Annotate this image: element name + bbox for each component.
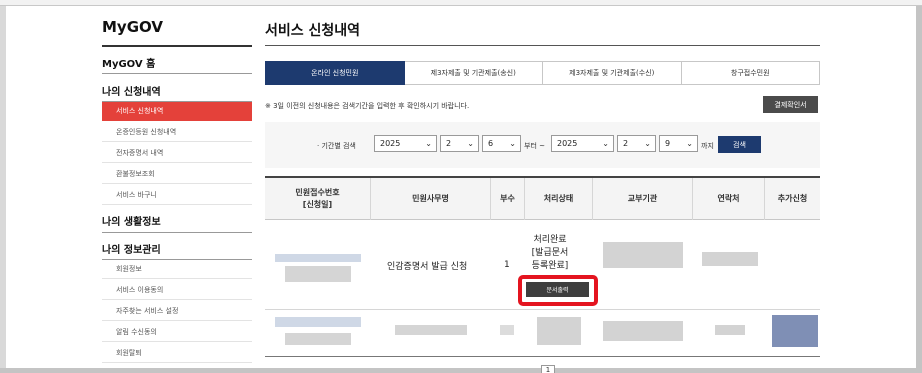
from-year-select[interactable]: 2025 ⌄: [374, 135, 437, 152]
redacted-receipt-number: [275, 254, 361, 262]
table-row: [265, 311, 820, 357]
chevron-down-icon: ⌄: [686, 139, 693, 148]
search-button[interactable]: 검색: [718, 136, 761, 153]
sidebar-section-life-info[interactable]: 나의 생활정보: [102, 213, 161, 228]
pagination-current-page[interactable]: 1: [541, 365, 555, 373]
bottom-bar: [0, 368, 922, 373]
to-month-value: 2: [623, 139, 629, 148]
column-header-status: 처리상태: [525, 178, 593, 220]
print-document-button[interactable]: 문서출력: [526, 282, 589, 297]
to-year-select[interactable]: 2025 ⌄: [551, 135, 614, 152]
to-month-select[interactable]: 2 ⌄: [617, 135, 656, 152]
column-header-receipt-number: 민원접수번호 [신청일]: [265, 178, 371, 220]
divider: [102, 73, 252, 74]
redacted-issuing-agency: [603, 321, 683, 341]
redacted-additional: [772, 315, 818, 347]
period-filter: · 기간별 검색 2025 ⌄ 2 ⌄ 6 ⌄ 부터 ~ 2025 ⌄ 2 ⌄: [265, 122, 820, 168]
sidebar-item-service-consent[interactable]: 서비스 이용동의: [102, 281, 252, 300]
from-suffix: 부터 ~: [524, 142, 545, 150]
sidebar-item-service-applications[interactable]: 서비스 신청내역: [102, 102, 252, 121]
sidebar-item-refund-info[interactable]: 환불정보조회: [102, 165, 252, 184]
divider: [102, 45, 252, 47]
from-day-value: 6: [488, 139, 494, 148]
sidebar-section-applications[interactable]: 나의 신청내역: [102, 83, 161, 98]
sidebar-section-my-info[interactable]: 나의 정보관리: [102, 241, 161, 256]
redacted-receipt-date: [285, 333, 351, 345]
column-header-copies: 부수: [491, 178, 525, 220]
tab-third-party-received[interactable]: 제3자제출 및 기관제출(수신): [543, 61, 682, 85]
scrollbar[interactable]: [916, 6, 922, 373]
tab-bar: 온라인 신청민원 제3자제출 및 기관제출(송신) 제3자제출 및 기관제출(수…: [265, 61, 820, 85]
divider: [102, 232, 252, 233]
chevron-down-icon: ⌄: [509, 139, 516, 148]
notice-text: ※ 3일 이전의 신청내용은 검색기간을 입력한 후 확인하시기 바랍니다.: [265, 102, 470, 110]
sidebar-item-notification-consent[interactable]: 알림 수신동의: [102, 323, 252, 342]
page-content: MyGOV MyGOV 홈 나의 신청내역 서비스 신청내역 온증인등원 신청내…: [6, 6, 916, 373]
to-year-value: 2025: [557, 139, 578, 148]
to-day-select[interactable]: 9 ⌄: [659, 135, 698, 152]
status-text: 처리완료 [발급문서 등록완료]: [531, 235, 569, 270]
redacted-copies: [500, 325, 514, 335]
to-suffix: 까지: [701, 142, 714, 150]
chevron-down-icon: ⌄: [644, 139, 651, 148]
payment-confirmation-button[interactable]: 결제확인서: [763, 96, 818, 113]
chevron-down-icon: ⌄: [602, 139, 609, 148]
divider: [265, 45, 820, 46]
page-title: 서비스 신청내역: [265, 23, 361, 39]
chevron-down-icon: ⌄: [467, 139, 474, 148]
from-day-select[interactable]: 6 ⌄: [482, 135, 521, 152]
to-day-value: 9: [665, 139, 671, 148]
copies-value: 1: [504, 260, 510, 270]
sidebar-item-home[interactable]: MyGOV 홈: [102, 55, 155, 70]
sidebar-item-e-certificates[interactable]: 전자증명서 내역: [102, 144, 252, 163]
sidebar-item-certificate-applications[interactable]: 온증인등원 신청내역: [102, 123, 252, 142]
redacted-receipt-number: [275, 317, 361, 327]
brand-title[interactable]: MyGOV: [102, 18, 163, 36]
sidebar-item-withdraw[interactable]: 회원탈퇴: [102, 344, 252, 363]
from-year-value: 2025: [380, 139, 401, 148]
column-header-service-name: 민원사무명: [371, 178, 491, 220]
table-header: 민원접수번호 [신청일] 민원사무명 부수 처리상태 교부기관 연락처 추가신청: [265, 176, 820, 220]
period-filter-label: · 기간별 검색: [317, 142, 356, 150]
sidebar-item-member-info[interactable]: 회원정보: [102, 260, 252, 279]
redacted-status: [537, 317, 581, 345]
column-header-additional: 추가신청: [777, 194, 808, 203]
redacted-service-name: [395, 325, 467, 335]
sidebar-item-favorite-services[interactable]: 자주찾는 서비스 설정: [102, 302, 252, 321]
service-name[interactable]: 인감증명서 발급 신청: [387, 259, 467, 272]
redacted-issuing-agency: [603, 242, 683, 268]
tab-third-party-sent[interactable]: 제3자제출 및 기관제출(송신): [404, 61, 543, 85]
column-header-contact: 연락처: [693, 178, 765, 220]
redacted-receipt-date: [285, 266, 351, 282]
redacted-contact: [715, 325, 745, 335]
chevron-down-icon: ⌄: [425, 139, 432, 148]
from-month-select[interactable]: 2 ⌄: [440, 135, 479, 152]
tab-online-applications[interactable]: 온라인 신청민원: [265, 61, 405, 85]
tab-counter-applications[interactable]: 창구접수민원: [681, 61, 820, 85]
sidebar-item-service-basket[interactable]: 서비스 바구니: [102, 186, 252, 205]
table-row: 인감증명서 발급 신청 1 처리완료 [발급문서 등록완료] 문서출력: [265, 220, 820, 310]
redacted-contact: [702, 252, 758, 266]
column-header-issuing-agency: 교부기관: [593, 178, 693, 220]
from-month-value: 2: [446, 139, 452, 148]
